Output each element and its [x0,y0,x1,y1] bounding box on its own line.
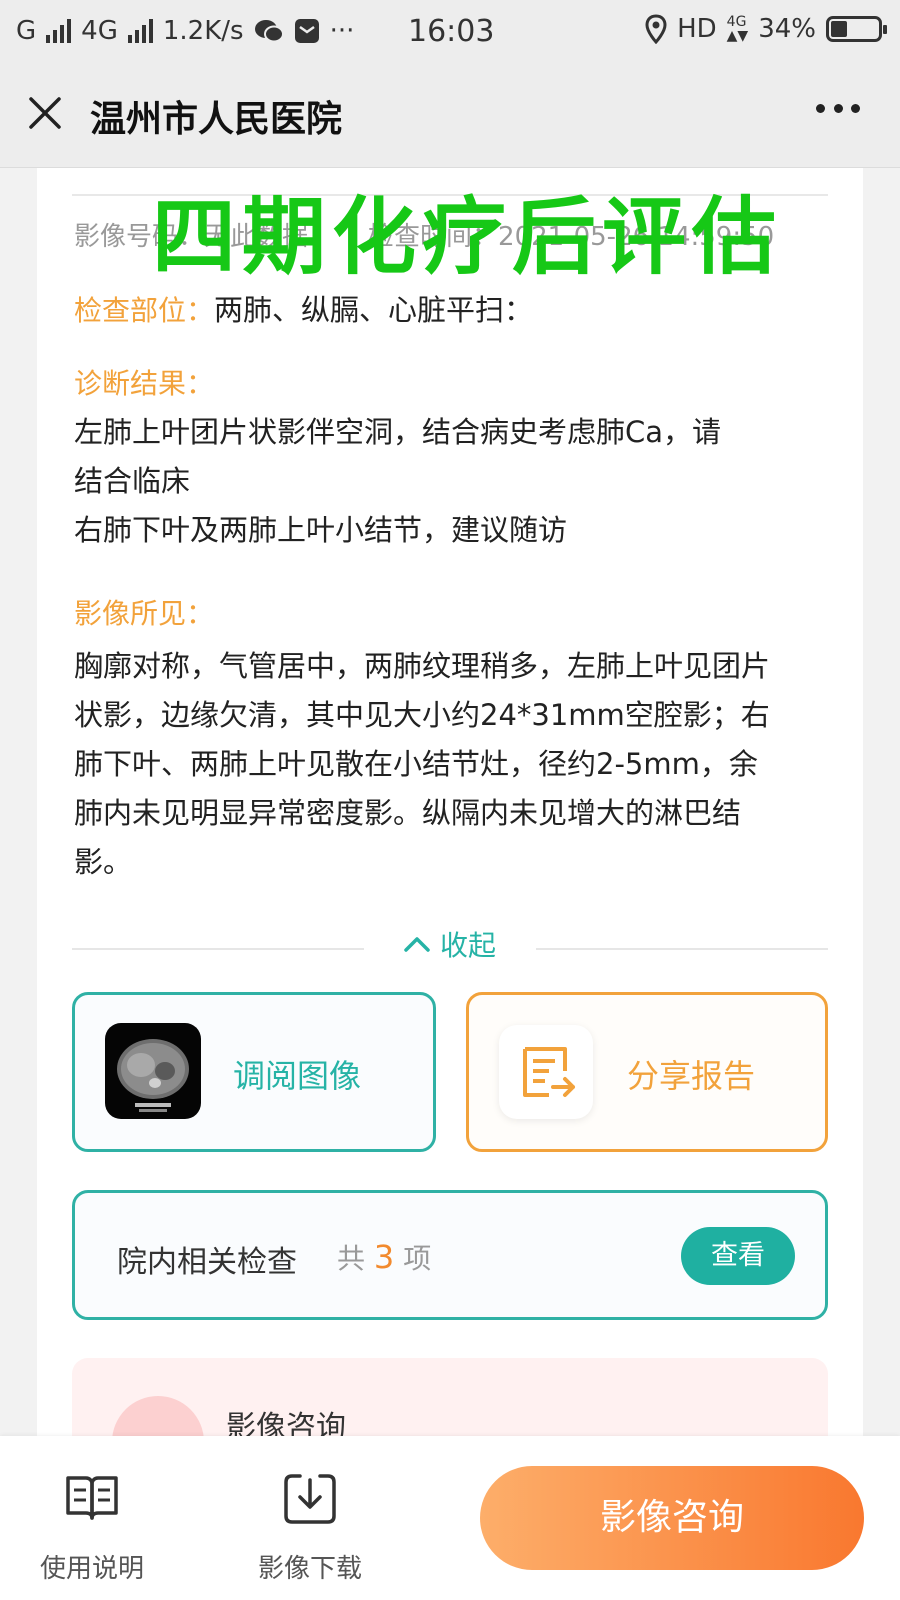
carrier-label: G [16,16,37,46]
diagnosis-text: 左肺上叶团片状影伴空洞，结合病史考虑肺Ca，请 结合临床 右肺下叶及两肺上叶小结… [74,408,834,555]
related-exams-count: 共 3 项 [337,1237,431,1277]
related-exams-title: 院内相关检查 [117,1245,297,1280]
count-value: 3 [373,1238,395,1276]
findings-line: 影。 [74,845,133,879]
findings-line: 肺下叶、两肺上叶见散在小结节灶，径约2-5mm，余 [74,747,758,781]
related-exams-card: 院内相关检查 共 3 项 查看 [72,1190,828,1320]
share-report-label: 分享报告 [627,1057,756,1095]
count-suffix: 项 [403,1242,432,1275]
share-report-icon-wrap [499,1025,593,1119]
findings-text: 胸廓对称，气管居中，两肺纹理稍多，左肺上叶见团片 状影，边缘欠清，其中见大小约2… [74,642,834,887]
battery-percent: 34% [758,14,816,44]
download-icon [284,1474,336,1524]
download-label: 影像下载 [257,1554,362,1584]
network-4g-icon: 4G ▲▼ [726,14,749,44]
diagnosis-line: 左肺上叶团片状影伴空洞，结合病史考虑肺Ca，请 [74,415,722,449]
signal-icon-2 [127,19,153,43]
status-left: G 4G 1.2K/s ··· [16,16,354,46]
status-right: HD 4G ▲▼ 34% [645,14,887,44]
download-tab[interactable]: 影像下载 [230,1436,390,1600]
network-speed: 1.2K/s [162,16,244,46]
exam-part-value: 两肺、纵膈、心脏平扫： [214,293,534,327]
signal-icon [46,19,72,43]
book-icon [66,1476,118,1520]
ct-scan-image [117,1039,189,1112]
location-icon [645,14,667,44]
more-icon[interactable] [816,104,860,116]
exam-part-row: 检查部位：两肺、纵膈、心脏平扫： [74,286,533,335]
bottom-bar: 使用说明 影像下载 影像咨询 [0,1436,900,1600]
close-icon[interactable] [28,96,62,130]
clock: 16:03 [408,14,495,49]
hd-label: HD [677,14,717,44]
view-related-button[interactable]: 查看 [681,1227,795,1285]
manual-label: 使用说明 [39,1554,144,1584]
overlay-annotation: 四期化疗后评估 [152,188,783,286]
network-label: 4G [81,16,118,46]
count-prefix: 共 [337,1242,366,1275]
battery-icon [826,16,887,42]
collapse-label: 收起 [440,929,497,962]
diagnosis-label: 诊断结果： [74,367,215,400]
findings-label: 影像所见： [74,597,215,630]
share-report-button[interactable]: 分享报告 [466,992,828,1152]
collapse-divider-right [536,948,828,950]
diagnosis-line: 右肺下叶及两肺上叶小结节，建议随访 [74,513,568,547]
image-consult-button[interactable]: 影像咨询 [480,1466,864,1570]
share-report-icon [523,1047,575,1097]
findings-line: 胸廓对称，气管居中，两肺纹理稍多，左肺上叶见团片 [74,649,771,683]
findings-line: 状影，边缘欠清，其中见大小约24*31mm空腔影；右 [74,698,770,732]
chevron-up-icon [404,937,430,952]
findings-line: 肺内未见明显异常密度影。纵隔内未见增大的淋巴结 [74,796,742,830]
collapse-button[interactable]: 收起 [404,924,496,964]
ct-thumbnail [105,1023,201,1119]
wechat-icon [254,20,284,43]
exam-part-label: 检查部位： [74,294,215,327]
view-images-label: 调阅图像 [233,1057,362,1095]
message-icon [294,19,319,43]
status-bar: G 4G 1.2K/s ··· 16:03 HD 4G ▲▼ 34% [0,0,900,62]
view-images-button[interactable]: 调阅图像 [72,992,436,1152]
page-title: 温州市人民医院 [90,99,343,140]
collapse-divider-left [72,948,364,950]
more-notifications: ··· [329,16,355,46]
manual-tab[interactable]: 使用说明 [12,1436,172,1600]
diagnosis-line: 结合临床 [74,464,191,498]
